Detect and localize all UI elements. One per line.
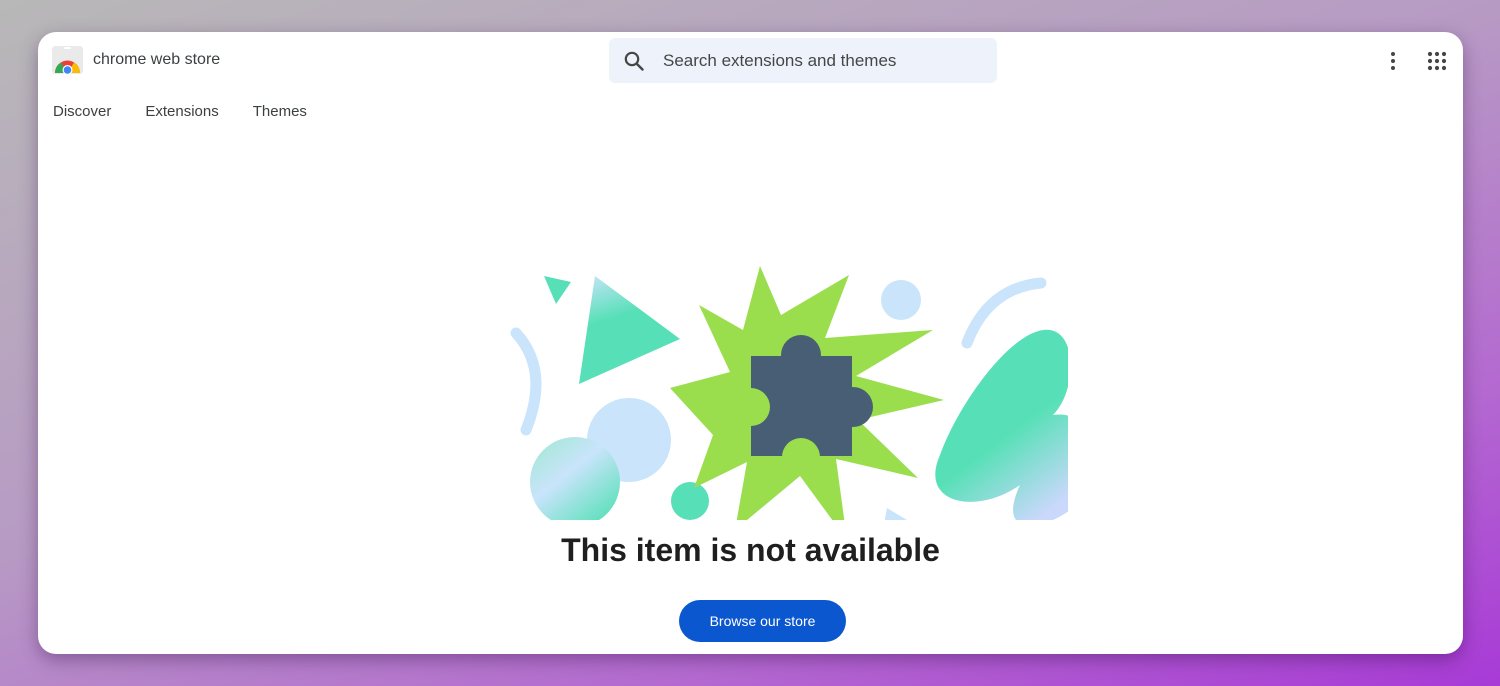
teal-blob-shape	[935, 329, 1092, 526]
page-title: This item is not available	[561, 532, 940, 568]
main-nav: Discover Extensions Themes	[53, 103, 341, 120]
small-blue-triangle-shape	[882, 508, 912, 534]
chrome-web-store-logo-icon	[52, 46, 83, 74]
nav-item-themes[interactable]: Themes	[253, 103, 307, 120]
unavailable-illustration	[468, 230, 1092, 540]
search-input[interactable]	[663, 50, 963, 71]
gradient-triangle-shape	[579, 276, 680, 384]
nav-item-discover[interactable]: Discover	[53, 103, 111, 120]
browser-window: chrome web store Search extensions and t…	[38, 32, 1463, 654]
store-logo[interactable]: chrome web store	[52, 46, 220, 74]
browse-store-button[interactable]: Browse our store	[679, 600, 846, 642]
puzzle-piece-icon	[732, 335, 873, 476]
right-arc-shape	[961, 277, 1047, 349]
left-arc-shape	[510, 327, 542, 436]
top-bar: chrome web store	[38, 32, 1463, 90]
store-name: chrome web store	[93, 51, 221, 68]
more-vert-icon[interactable]	[1383, 50, 1403, 72]
nav-item-extensions[interactable]: Extensions	[145, 103, 218, 120]
small-triangle-shape	[544, 276, 571, 304]
small-blue-circle-shape	[881, 280, 921, 320]
small-teal-circle-shape	[671, 482, 709, 520]
search-icon[interactable]	[623, 50, 645, 72]
search-bar[interactable]	[609, 38, 997, 83]
apps-grid-icon[interactable]	[1426, 50, 1448, 72]
